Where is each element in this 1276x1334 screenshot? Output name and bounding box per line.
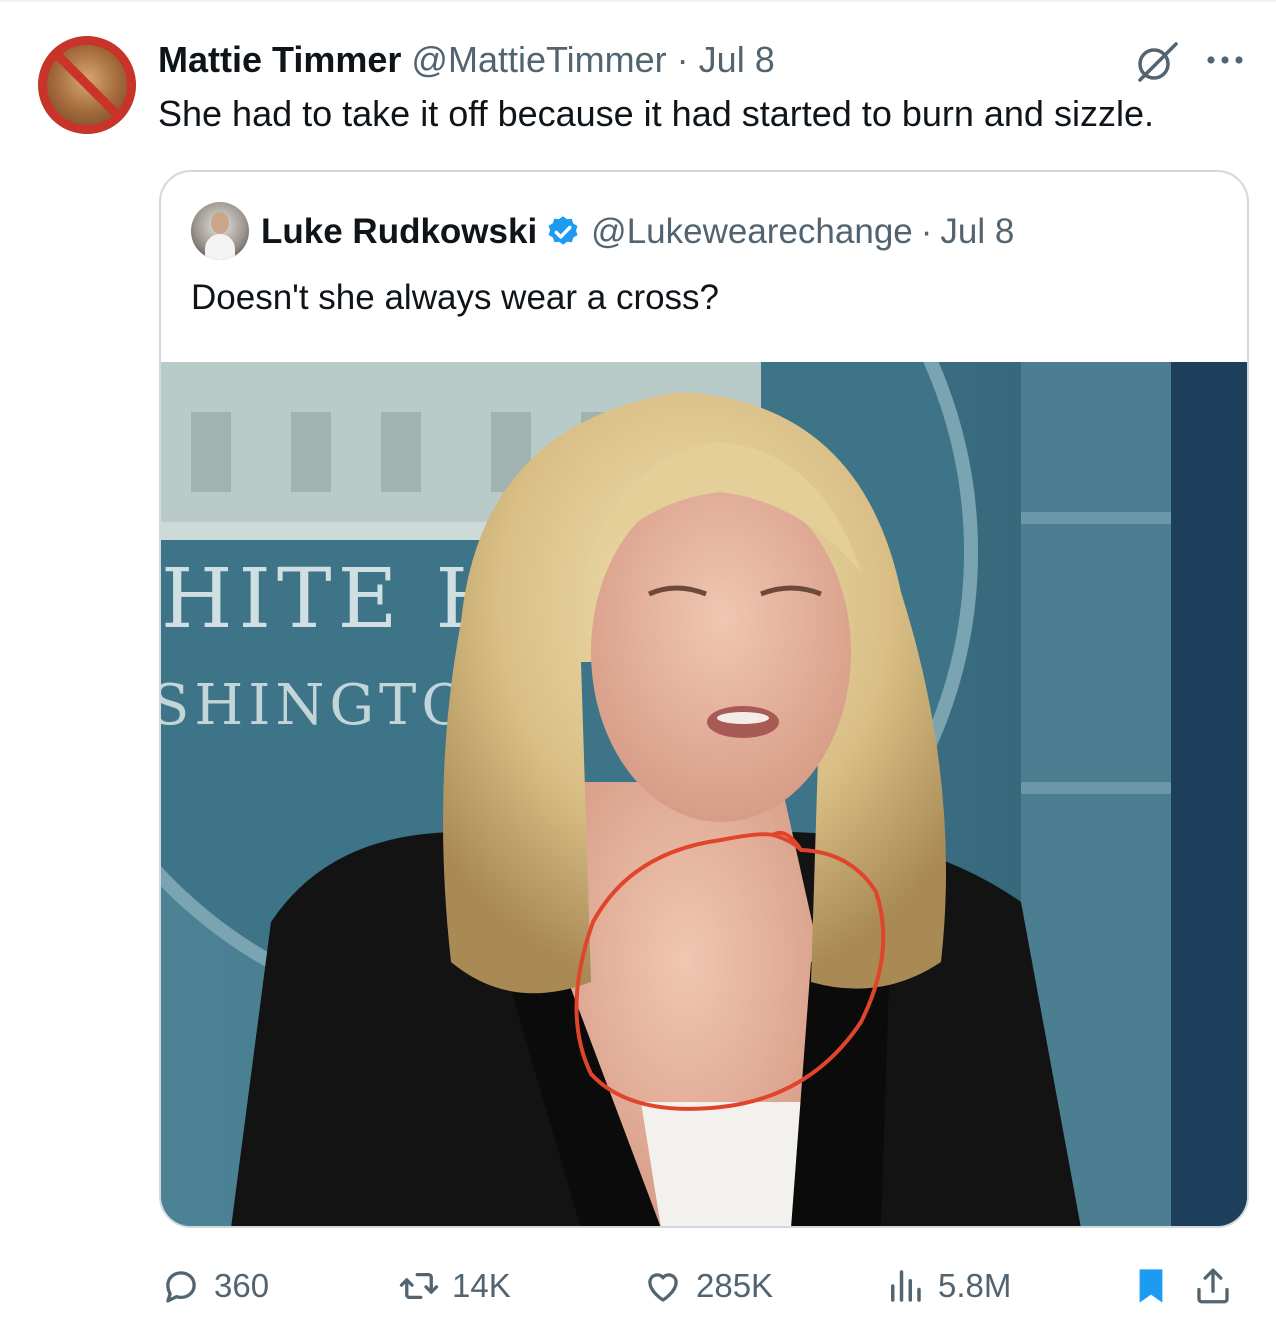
share-button[interactable] [1192,1258,1234,1314]
avatar-face [211,212,229,234]
author-name[interactable]: Mattie Timmer [158,39,401,80]
media-image: HITE H SHINGTO [161,362,1247,1226]
tweet-date[interactable]: Jul 8 [699,39,775,80]
separator-dot: · [676,39,689,80]
media-teeth [717,712,769,724]
quoted-tweet-date[interactable]: Jul 8 [940,210,1014,254]
reply-count: 360 [214,1267,270,1304]
author-handle[interactable]: @MattieTimmer [411,39,666,80]
more-icon[interactable] [1200,40,1250,80]
repost-icon [399,1272,439,1300]
quoted-author-handle[interactable]: @Lukewearechange [591,210,913,254]
verified-badge-icon [548,216,578,245]
views-button[interactable]: 5.8M [884,1258,1011,1314]
tweet-text: She had to take it off because it had st… [158,93,1154,134]
reply-button[interactable]: 360 [160,1258,269,1314]
view-count: 5.8M [938,1267,1012,1304]
media-right-panel [1171,362,1247,1226]
quoted-author-name[interactable]: Luke Rudkowski [261,210,537,254]
quoted-tweet-media[interactable]: HITE H SHINGTO [161,362,1247,1226]
media-pillar-line [1021,512,1171,524]
like-button[interactable]: 285K [642,1258,773,1314]
quoted-tweet-header: Luke Rudkowski @Lukewearechange · Jul 8 [261,210,1014,254]
quoted-tweet-text: Doesn't she always wear a cross? [191,278,720,317]
media-pillar-line [1021,782,1171,794]
bookmark-button[interactable] [1130,1258,1172,1314]
reply-icon [166,1271,196,1303]
tweet-header: Mattie Timmer @MattieTimmer · Jul 8 [158,38,775,82]
avatar-shirt [205,234,235,260]
top-divider [0,0,1276,2]
like-icon [648,1273,678,1302]
media-face [591,482,851,822]
grok-icon[interactable] [1132,40,1182,84]
quoted-separator-dot: · [920,212,933,251]
action-bar: 360 14K 285K 5.8M [0,1258,1276,1314]
like-count: 285K [696,1267,774,1304]
bookmark-icon [1139,1269,1163,1303]
quoted-author-avatar[interactable] [191,202,249,260]
repost-button[interactable]: 14K [398,1258,511,1314]
share-icon [1197,1268,1229,1304]
repost-count: 14K [452,1267,511,1304]
quoted-tweet-card[interactable]: Luke Rudkowski @Lukewearechange · Jul 8 … [159,170,1249,1228]
media-white-top [641,1102,811,1226]
author-avatar[interactable] [38,36,136,134]
views-icon [891,1270,921,1302]
media-sign-line-2: SHINGTO [161,673,472,738]
